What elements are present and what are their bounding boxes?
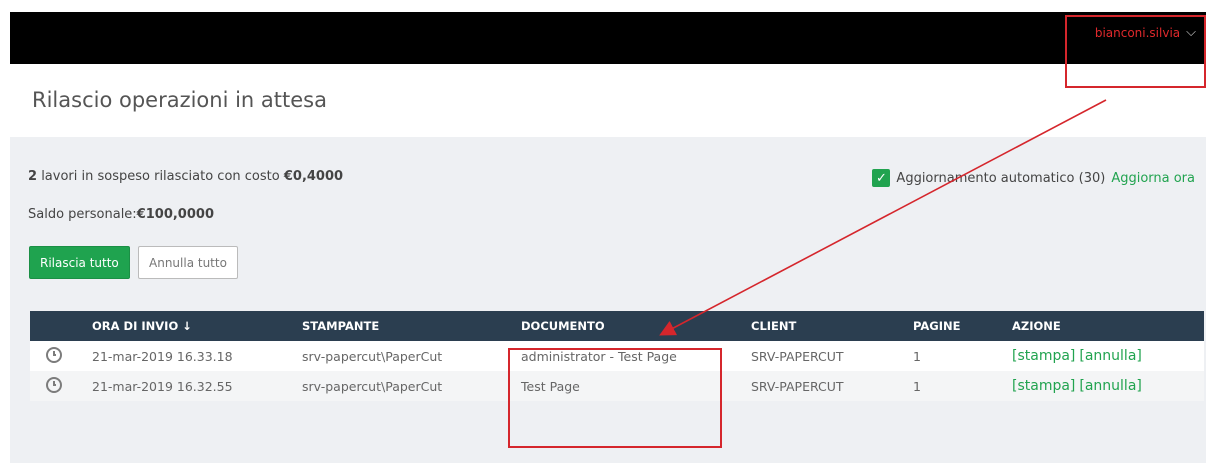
clock-icon [46,376,62,393]
table-header: ORA DI INVIO ↓ STAMPANTE DOCUMENTO CLIEN… [30,311,1204,341]
cancel-all-button[interactable]: Annulla tutto [138,246,238,279]
cancel-link[interactable]: [annulla] [1079,348,1141,364]
table-row: 21-mar-2019 16.32.55 srv-papercut\PaperC… [30,371,1204,401]
print-link[interactable]: [stampa] [1012,348,1075,364]
jobs-count: 2 [28,169,38,184]
row-actions: [stampa] [annulla] [1012,371,1204,401]
print-link[interactable]: [stampa] [1012,378,1075,394]
row-document: administrator - Test Page [521,348,677,364]
cancel-link[interactable]: [annulla] [1079,378,1141,394]
col-header-printer[interactable]: STAMPANTE [302,311,521,341]
row-client: SRV-PAPERCUT [751,348,844,364]
summary-text: 2 lavori in sospeso rilasciato con costo… [28,169,343,184]
row-printer: srv-papercut\PaperCut [302,378,443,394]
checkmark-icon: ✓ [875,170,887,186]
top-navbar [10,12,1206,64]
col-header-action: AZIONE [1012,319,1061,333]
jobs-table: ORA DI INVIO ↓ STAMPANTE DOCUMENTO CLIEN… [30,311,1204,401]
auto-refresh: ✓ Aggiornamento automatico (30) Aggiorna… [872,169,1195,187]
col-header-document[interactable]: DOCUMENTO [521,311,751,341]
chevron-down-icon: ⌵ [1186,25,1196,40]
user-menu[interactable]: bianconi.silvia ⌵ [1095,25,1196,40]
auto-refresh-label: Aggiornamento automatico (30) [896,170,1106,186]
clock-icon [46,346,62,363]
row-time: 21-mar-2019 16.32.55 [92,378,233,394]
sort-desc-icon: ↓ [182,319,192,333]
row-time: 21-mar-2019 16.33.18 [92,348,233,364]
jobs-panel: 2 lavori in sospeso rilasciato con costo… [10,137,1206,463]
col-header-client[interactable]: CLIENT [751,311,913,341]
release-all-button[interactable]: Rilascia tutto [29,246,130,279]
row-pages: 1 [913,378,921,394]
row-client: SRV-PAPERCUT [751,378,844,394]
personal-balance: Saldo personale:€100,0000 [28,207,214,222]
username: bianconi.silvia [1094,25,1181,40]
table-row: 21-mar-2019 16.33.18 srv-papercut\PaperC… [30,341,1204,371]
auto-refresh-checkbox[interactable]: ✓ [872,169,891,187]
refresh-now-link[interactable]: Aggiorna ora [1111,171,1195,186]
summary-label: lavori in sospeso rilasciato con costo [41,169,280,184]
balance-value: €100,0000 [136,207,214,222]
row-document: Test Page [521,378,580,394]
total-cost: €0,4000 [283,169,344,184]
col-header-time[interactable]: ORA DI INVIO ↓ [92,311,302,341]
row-pages: 1 [913,348,921,364]
row-actions: [stampa] [annulla] [1012,341,1204,371]
row-printer: srv-papercut\PaperCut [302,348,443,364]
page-title: Rilascio operazioni in attesa [32,88,327,112]
balance-label: Saldo personale: [28,207,137,222]
col-header-pages[interactable]: PAGINE [913,311,1012,341]
